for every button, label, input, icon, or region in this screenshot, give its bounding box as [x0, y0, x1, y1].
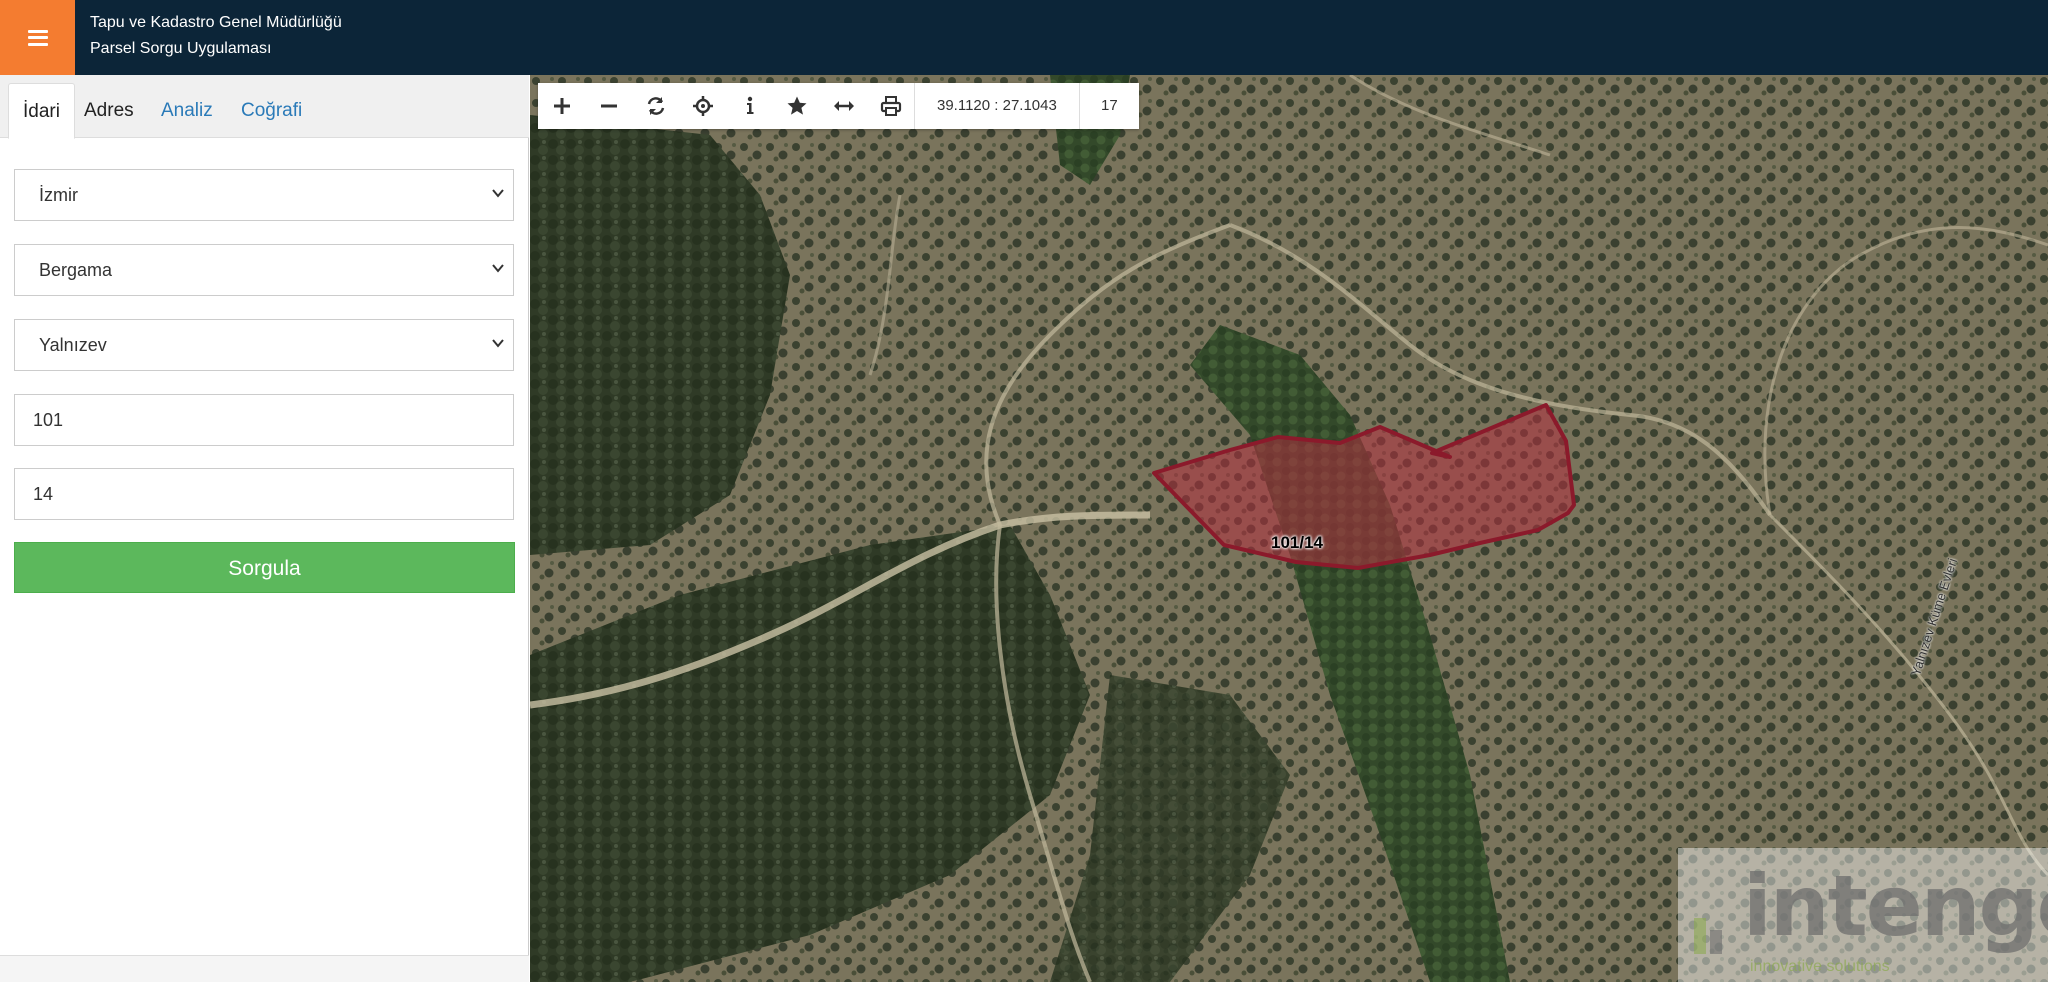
- zoom-in-button[interactable]: [538, 83, 585, 129]
- query-button[interactable]: Sorgula: [14, 542, 515, 593]
- mahalle-select-value: Yalnızev: [39, 335, 107, 355]
- watermark-tagline: innovative solutions: [1750, 958, 1890, 975]
- chevron-down-icon: [492, 264, 504, 273]
- chevron-down-icon: [492, 189, 504, 198]
- watermark-brand: intengo: [1743, 857, 2048, 955]
- zoom-level-readout: 17: [1078, 83, 1139, 129]
- app-title: Tapu ve Kadastro Genel Müdürlüğü Parsel …: [90, 10, 342, 62]
- tab-bar: İdari Adres Analiz Coğrafi: [0, 75, 529, 139]
- tab-idari[interactable]: İdari: [8, 83, 75, 139]
- il-select[interactable]: İzmir: [14, 169, 514, 221]
- info-icon: [746, 96, 753, 114]
- info-button[interactable]: [726, 83, 773, 129]
- intengo-logo-icon: [1694, 918, 1722, 954]
- mahalle-select[interactable]: Yalnızev: [14, 319, 514, 371]
- map-toolbar: 39.1120 : 27.1043 17: [538, 83, 1139, 129]
- watermark-logo: intengo innovative solutions: [1678, 848, 2048, 982]
- ada-input[interactable]: 101: [14, 394, 514, 446]
- parcel-label: 101/14: [1271, 533, 1323, 552]
- refresh-button[interactable]: [632, 83, 679, 129]
- ilce-select-value: Bergama: [39, 260, 113, 280]
- map-view[interactable]: 39.1120 : 27.1043 17 101/14 Yalnızev Küm…: [530, 75, 2048, 982]
- chevron-down-icon: [492, 339, 504, 348]
- parsel-input[interactable]: 14: [14, 468, 514, 520]
- sidebar-footer: [0, 955, 529, 982]
- zoom-out-button[interactable]: [585, 83, 632, 129]
- sidebar: İdari Adres Analiz Coğrafi İzmir Bergama…: [0, 75, 529, 982]
- tab-analiz[interactable]: Analiz: [147, 83, 227, 139]
- zoom-out-icon: [600, 104, 617, 108]
- hamburger-icon: [27, 29, 48, 46]
- star-icon: [787, 96, 806, 115]
- locate-icon: [692, 96, 713, 116]
- tab-cografi[interactable]: Coğrafi: [227, 83, 316, 139]
- favorite-button[interactable]: [773, 83, 820, 129]
- print-button[interactable]: [867, 83, 914, 129]
- tab-adres[interactable]: Adres: [70, 83, 148, 139]
- satellite-imagery: [530, 75, 2048, 982]
- locate-button[interactable]: [679, 83, 726, 129]
- coordinate-readout: 39.1120 : 27.1043: [914, 83, 1079, 129]
- ilce-select[interactable]: Bergama: [14, 244, 514, 296]
- app-title-line2: Parsel Sorgu Uygulaması: [90, 40, 272, 57]
- measure-button[interactable]: [820, 83, 867, 129]
- menu-button[interactable]: [0, 0, 75, 75]
- print-icon: [880, 96, 901, 116]
- app-title-line1: Tapu ve Kadastro Genel Müdürlüğü: [90, 14, 342, 31]
- il-select-value: İzmir: [39, 185, 78, 205]
- measure-icon: [833, 101, 854, 111]
- zoom-in-icon: [553, 98, 570, 114]
- refresh-icon: [647, 97, 664, 115]
- app-header: Tapu ve Kadastro Genel Müdürlüğü Parsel …: [0, 0, 2048, 75]
